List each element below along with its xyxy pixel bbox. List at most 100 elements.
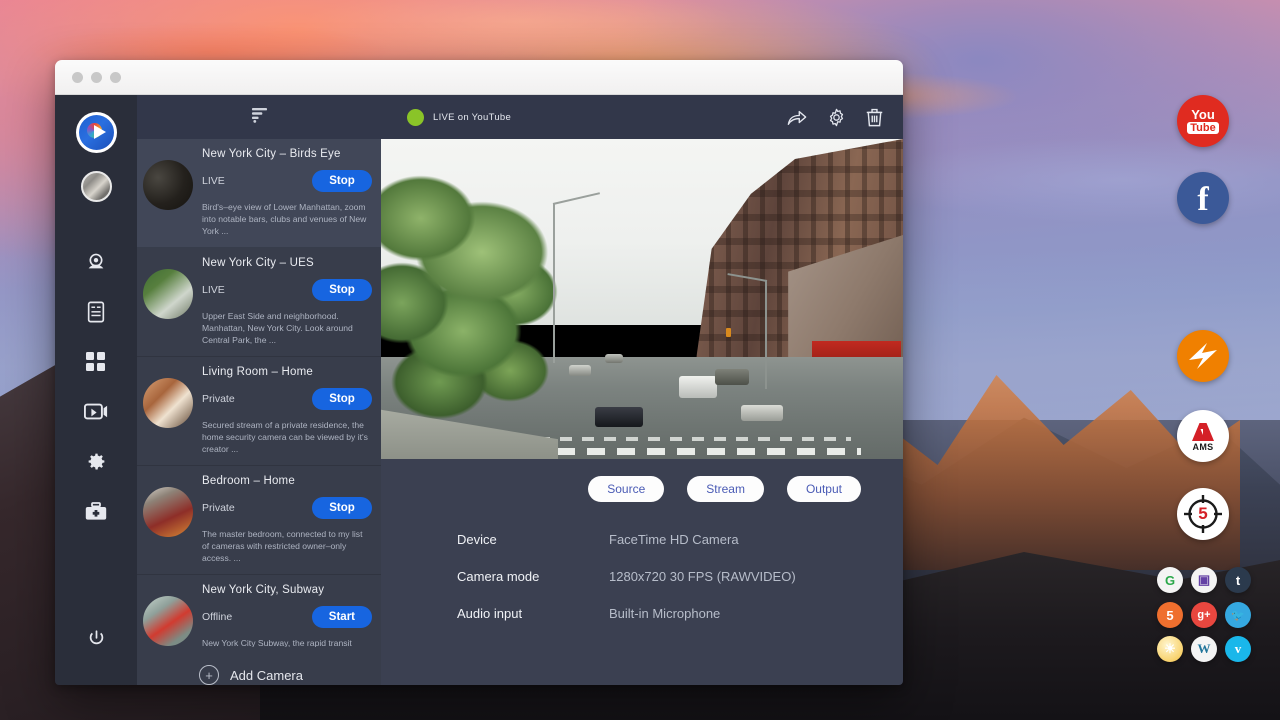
gear-icon[interactable] — [827, 108, 846, 127]
camera-title: New York City, Subway — [202, 584, 372, 596]
camera-list-item[interactable]: New York City – UES LIVE Stop Upper East… — [137, 248, 381, 357]
trash-icon[interactable] — [866, 108, 883, 127]
camera-status: Offline — [202, 611, 232, 623]
app-logo[interactable] — [76, 112, 117, 153]
sidebar-rail — [55, 95, 137, 685]
app-logo-glyph — [79, 115, 114, 150]
video-preview[interactable] — [381, 139, 903, 459]
app-window: New York City – Birds Eye LIVE Stop Bird… — [55, 60, 903, 685]
camera-list-item[interactable]: New York City – Birds Eye LIVE Stop Bird… — [137, 139, 381, 248]
sun-dock-icon[interactable]: ☀ — [1157, 636, 1183, 662]
camera-description: Upper East Side and neighborhood. Manhat… — [202, 310, 372, 346]
live-status-label: LIVE on YouTube — [433, 112, 511, 123]
wordpress-dock-icon[interactable]: W — [1191, 636, 1217, 662]
video-car — [605, 354, 623, 363]
five-dock-icon[interactable]: 5 — [1157, 602, 1183, 628]
youtube-dock-icon[interactable]: You Tube — [1177, 95, 1229, 147]
facebook-dock-icon[interactable]: f — [1177, 172, 1229, 224]
camera-status: Private — [202, 502, 235, 514]
rail-item-recordings[interactable] — [76, 394, 116, 434]
toolkit-icon — [85, 502, 107, 526]
youtube-dock-label-top: You — [1191, 108, 1215, 121]
info-row-device: Device FaceTime HD Camera — [457, 532, 903, 547]
stage-tabs: Source Stream Output — [381, 459, 903, 502]
camera-action-button[interactable]: Stop — [312, 388, 372, 410]
camera-title: Bedroom – Home — [202, 475, 372, 487]
camera-description: Secured stream of a private residence, t… — [202, 419, 372, 455]
youtube-dock-label-bottom: Tube — [1187, 122, 1218, 135]
camera-list-item[interactable]: Living Room – Home Private Stop Secured … — [137, 357, 381, 466]
video-car — [741, 405, 783, 421]
camera-list: New York City – Birds Eye LIVE Stop Bird… — [137, 139, 381, 647]
tumblr-dock-icon[interactable]: t — [1225, 567, 1251, 593]
window-minimize-button[interactable] — [91, 72, 102, 83]
target5-dock-label: 5 — [1198, 504, 1207, 524]
twitch-dock-icon[interactable]: ▣ — [1191, 567, 1217, 593]
rail-item-tools[interactable] — [76, 494, 116, 534]
adobe-ams-dock-icon[interactable]: AMS — [1177, 410, 1229, 462]
rail-item-logs[interactable] — [76, 294, 116, 334]
camera-list-panel: New York City – Birds Eye LIVE Stop Bird… — [137, 95, 381, 685]
rail-item-dashboard[interactable] — [76, 344, 116, 384]
vimeo-dock-icon[interactable]: v — [1225, 636, 1251, 662]
video-traffic-light — [726, 328, 731, 337]
camera-action-button[interactable]: Stop — [312, 170, 372, 192]
camera-title: Living Room – Home — [202, 366, 372, 378]
wowza-lightning-icon — [1183, 339, 1223, 373]
google-plus-dock-icon[interactable]: g+ — [1191, 602, 1217, 628]
window-titlebar — [55, 60, 903, 95]
add-camera-button[interactable]: + Add Camera — [137, 647, 381, 685]
camera-action-button[interactable]: Start — [312, 606, 372, 628]
camera-action-button[interactable]: Stop — [312, 497, 372, 519]
video-car — [715, 369, 749, 385]
window-close-button[interactable] — [72, 72, 83, 83]
camera-thumbnail — [143, 596, 193, 646]
tab-output[interactable]: Output — [787, 476, 861, 502]
rail-item-cameras[interactable] — [76, 244, 116, 284]
window-maximize-button[interactable] — [110, 72, 121, 83]
info-row-audio-input: Audio input Built-in Microphone — [457, 606, 903, 621]
camera-status: LIVE — [202, 175, 225, 187]
info-row-camera-mode: Camera mode 1280x720 30 FPS (RAWVIDEO) — [457, 569, 903, 584]
camera-list-item[interactable]: Bedroom – Home Private Stop The master b… — [137, 466, 381, 575]
sort-icon[interactable] — [251, 107, 268, 128]
video-car — [569, 365, 591, 376]
camera-action-button[interactable]: Stop — [312, 279, 372, 301]
twitter-dock-icon[interactable]: 🐦 — [1225, 602, 1251, 628]
rail-item-power[interactable] — [87, 629, 106, 653]
tab-source[interactable]: Source — [588, 476, 664, 502]
user-avatar[interactable] — [81, 171, 112, 202]
video-car — [595, 407, 643, 427]
main-stage: LIVE on YouTube — [381, 95, 903, 685]
rail-item-settings[interactable] — [76, 444, 116, 484]
video-trees — [381, 145, 604, 427]
camera-status: LIVE — [202, 284, 225, 296]
live-dot-icon — [407, 109, 424, 126]
info-value: 1280x720 30 FPS (RAWVIDEO) — [609, 569, 796, 584]
camera-description: New York City Subway, the rapid transit … — [202, 637, 372, 647]
tab-stream[interactable]: Stream — [687, 476, 764, 502]
camera-list-item[interactable]: New York City, Subway Offline Start New … — [137, 575, 381, 647]
camera-list-topbar — [137, 95, 381, 139]
gear-icon — [86, 451, 107, 477]
video-car — [679, 376, 717, 398]
camera-thumbnail — [143, 378, 193, 428]
video-icon — [84, 403, 108, 425]
share-icon[interactable] — [787, 109, 807, 126]
live-status-indicator: LIVE on YouTube — [407, 109, 511, 126]
info-value: Built-in Microphone — [609, 606, 720, 621]
camera-title: New York City – UES — [202, 257, 372, 269]
info-value: FaceTime HD Camera — [609, 532, 739, 547]
info-label: Audio input — [457, 606, 609, 621]
wowza-dock-icon[interactable] — [1177, 330, 1229, 382]
camera-thumbnail — [143, 160, 193, 210]
groups-dock-icon[interactable]: G — [1157, 567, 1183, 593]
grid-icon — [86, 352, 106, 377]
stage-topbar: LIVE on YouTube — [381, 95, 903, 139]
target5-dock-icon[interactable]: 5 — [1177, 488, 1229, 540]
camera-thumbnail — [143, 269, 193, 319]
info-label: Device — [457, 532, 609, 547]
webcam-icon — [85, 251, 107, 278]
source-info-table: Device FaceTime HD Camera Camera mode 12… — [381, 502, 903, 643]
plus-icon: + — [199, 665, 219, 685]
